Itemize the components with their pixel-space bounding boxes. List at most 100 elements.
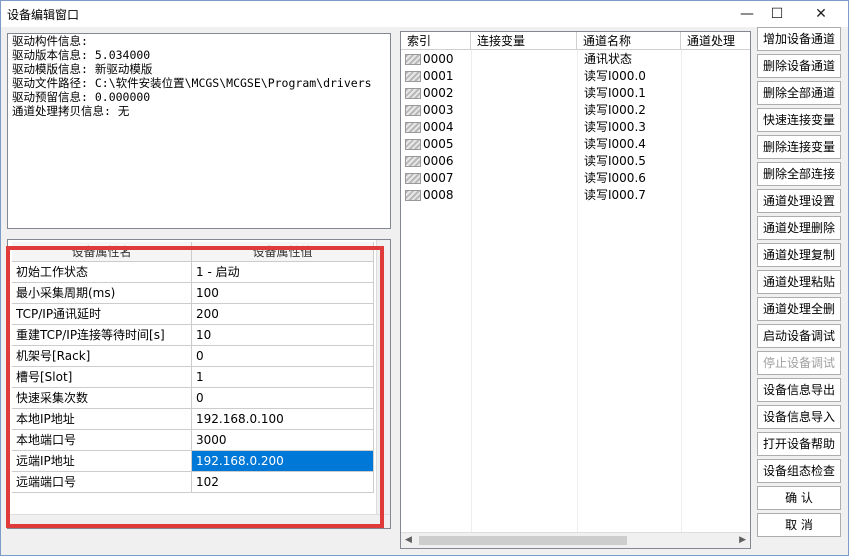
properties-vertical-scrollbar[interactable] bbox=[376, 240, 390, 528]
col-channel-name-header[interactable]: 通道名称 bbox=[577, 32, 681, 50]
channel-list[interactable]: 索引 连接变量 通道名称 通道处理 0000 通讯状态 0001 读写I000.0 00… bbox=[400, 31, 751, 549]
property-value[interactable]: 100 bbox=[192, 283, 374, 304]
channel-list-header: 索引 连接变量 通道名称 通道处理 bbox=[401, 32, 750, 50]
channel-row-icon bbox=[405, 156, 421, 167]
scroll-right-icon[interactable]: ▶ bbox=[739, 535, 746, 545]
confirm-button[interactable]: 确 认 bbox=[757, 486, 841, 510]
channel-row[interactable]: 0008 读写I000.7 bbox=[401, 187, 750, 204]
property-value[interactable]: 3000 bbox=[192, 430, 374, 451]
channel-row-icon bbox=[405, 105, 421, 116]
property-row[interactable]: 快速采集次数 0 bbox=[12, 388, 378, 409]
property-value[interactable]: 0 bbox=[192, 388, 374, 409]
delete-connect-variable-button[interactable]: 删除连接变量 bbox=[757, 135, 841, 159]
property-row[interactable]: 最小采集周期(ms) 100 bbox=[12, 283, 378, 304]
channel-list-horizontal-scrollbar[interactable]: ◀ ▶ bbox=[401, 532, 750, 548]
scroll-left-icon[interactable]: ◀ bbox=[405, 535, 412, 545]
property-value[interactable]: 1 - 启动 bbox=[192, 262, 374, 283]
properties-horizontal-scrollbar[interactable] bbox=[8, 514, 390, 528]
channel-process-copy-button[interactable]: 通道处理复制 bbox=[757, 243, 841, 267]
property-row[interactable]: 槽号[Slot] 1 bbox=[12, 367, 378, 388]
property-row[interactable]: 远端端口号 102 bbox=[12, 472, 378, 493]
channel-row[interactable]: 0002 读写I000.1 bbox=[401, 85, 750, 102]
channel-name: 读写I000.4 bbox=[584, 137, 646, 151]
col-process-header[interactable]: 通道处理 bbox=[681, 32, 750, 50]
open-device-help-button[interactable]: 打开设备帮助 bbox=[757, 432, 841, 456]
property-value[interactable]: 200 bbox=[192, 304, 374, 325]
property-row[interactable]: 机架号[Rack] 0 bbox=[12, 346, 378, 367]
driver-info-line: 驱动模版信息: 新驱动模版 bbox=[12, 62, 153, 76]
property-name-header[interactable]: 设备属性名 bbox=[12, 242, 192, 262]
channel-name: 读写I000.2 bbox=[584, 103, 646, 117]
channel-process bbox=[687, 102, 750, 119]
property-name: 重建TCP/IP连接等待时间[s] bbox=[12, 325, 192, 346]
col-variable-header[interactable]: 连接变量 bbox=[471, 32, 577, 50]
property-value[interactable]: 10 bbox=[192, 325, 374, 346]
quick-connect-variable-button[interactable]: 快速连接变量 bbox=[757, 108, 841, 132]
channel-variable bbox=[477, 187, 577, 204]
channel-process-delete-button[interactable]: 通道处理删除 bbox=[757, 216, 841, 240]
stop-device-debug-button[interactable]: 停止设备调试 bbox=[757, 351, 841, 375]
channel-index: 0000 bbox=[423, 52, 454, 66]
maximize-icon[interactable]: ☐ bbox=[757, 1, 797, 27]
property-row[interactable]: 本地端口号 3000 bbox=[12, 430, 378, 451]
channel-name: 读写I000.3 bbox=[584, 120, 646, 134]
channel-row[interactable]: 0000 通讯状态 bbox=[401, 51, 750, 68]
close-icon[interactable]: ✕ bbox=[801, 1, 841, 27]
channel-row[interactable]: 0007 读写I000.6 bbox=[401, 170, 750, 187]
window-title: 设备编辑窗口 bbox=[7, 8, 80, 22]
add-device-channel-button[interactable]: 增加设备通道 bbox=[757, 27, 841, 51]
device-properties-grid[interactable]: 设备属性名 设备属性值 初始工作状态 1 - 启动 最小采集周期(ms) 100 TCP… bbox=[7, 239, 391, 529]
property-name: 本地端口号 bbox=[12, 430, 192, 451]
driver-info-panel: 驱动构件信息: 驱动版本信息: 5.034000 驱动模版信息: 新驱动模版 驱… bbox=[7, 33, 391, 229]
channel-row[interactable]: 0003 读写I000.2 bbox=[401, 102, 750, 119]
property-row[interactable]: TCP/IP通讯延时 200 bbox=[12, 304, 378, 325]
property-name: 远端IP地址 bbox=[12, 451, 192, 472]
channel-index: 0002 bbox=[423, 86, 454, 100]
property-name: TCP/IP通讯延时 bbox=[12, 304, 192, 325]
device-config-check-button[interactable]: 设备组态检查 bbox=[757, 459, 841, 483]
device-info-export-button[interactable]: 设备信息导出 bbox=[757, 378, 841, 402]
channel-name: 读写I000.6 bbox=[584, 171, 646, 185]
property-row[interactable]: 远端IP地址 192.168.0.200 bbox=[12, 451, 378, 472]
channel-variable bbox=[477, 136, 577, 153]
cancel-button[interactable]: 取 消 bbox=[757, 513, 841, 537]
start-device-debug-button[interactable]: 启动设备调试 bbox=[757, 324, 841, 348]
channel-index: 0001 bbox=[423, 69, 454, 83]
channel-row[interactable]: 0005 读写I000.4 bbox=[401, 136, 750, 153]
property-row[interactable]: 本地IP地址 192.168.0.100 bbox=[12, 409, 378, 430]
property-value-header[interactable]: 设备属性值 bbox=[192, 242, 374, 262]
channel-row[interactable]: 0001 读写I000.0 bbox=[401, 68, 750, 85]
device-info-import-button[interactable]: 设备信息导入 bbox=[757, 405, 841, 429]
channel-row-icon bbox=[405, 54, 421, 65]
property-row[interactable]: 重建TCP/IP连接等待时间[s] 10 bbox=[12, 325, 378, 346]
channel-process bbox=[687, 187, 750, 204]
channel-index: 0006 bbox=[423, 154, 454, 168]
title-bar: 设备编辑窗口 — ☐ ✕ bbox=[1, 1, 848, 27]
channel-variable bbox=[477, 85, 577, 102]
scroll-thumb[interactable] bbox=[419, 536, 627, 545]
channel-process-delete-all-button[interactable]: 通道处理全删 bbox=[757, 297, 841, 321]
channel-row[interactable]: 0004 读写I000.3 bbox=[401, 119, 750, 136]
property-value[interactable]: 192.168.0.100 bbox=[192, 409, 374, 430]
property-value[interactable]: 102 bbox=[192, 472, 374, 493]
delete-device-channel-button[interactable]: 删除设备通道 bbox=[757, 54, 841, 78]
delete-all-channels-button[interactable]: 删除全部通道 bbox=[757, 81, 841, 105]
property-name: 槽号[Slot] bbox=[12, 367, 192, 388]
property-value[interactable]: 0 bbox=[192, 346, 374, 367]
property-value[interactable]: 1 bbox=[192, 367, 374, 388]
channel-index: 0005 bbox=[423, 137, 454, 151]
channel-process-paste-button[interactable]: 通道处理粘贴 bbox=[757, 270, 841, 294]
col-index-header[interactable]: 索引 bbox=[401, 32, 471, 50]
channel-name: 读写I000.1 bbox=[584, 86, 646, 100]
driver-info-line: 驱动构件信息: bbox=[12, 34, 88, 48]
channel-process bbox=[687, 51, 750, 68]
delete-all-connections-button[interactable]: 删除全部连接 bbox=[757, 162, 841, 186]
property-name: 初始工作状态 bbox=[12, 262, 192, 283]
property-name: 本地IP地址 bbox=[12, 409, 192, 430]
channel-row[interactable]: 0006 读写I000.5 bbox=[401, 153, 750, 170]
channel-process bbox=[687, 68, 750, 85]
property-row[interactable]: 初始工作状态 1 - 启动 bbox=[12, 262, 378, 283]
channel-process-settings-button[interactable]: 通道处理设置 bbox=[757, 189, 841, 213]
channel-index: 0003 bbox=[423, 103, 454, 117]
property-value[interactable]: 192.168.0.200 bbox=[192, 451, 374, 472]
